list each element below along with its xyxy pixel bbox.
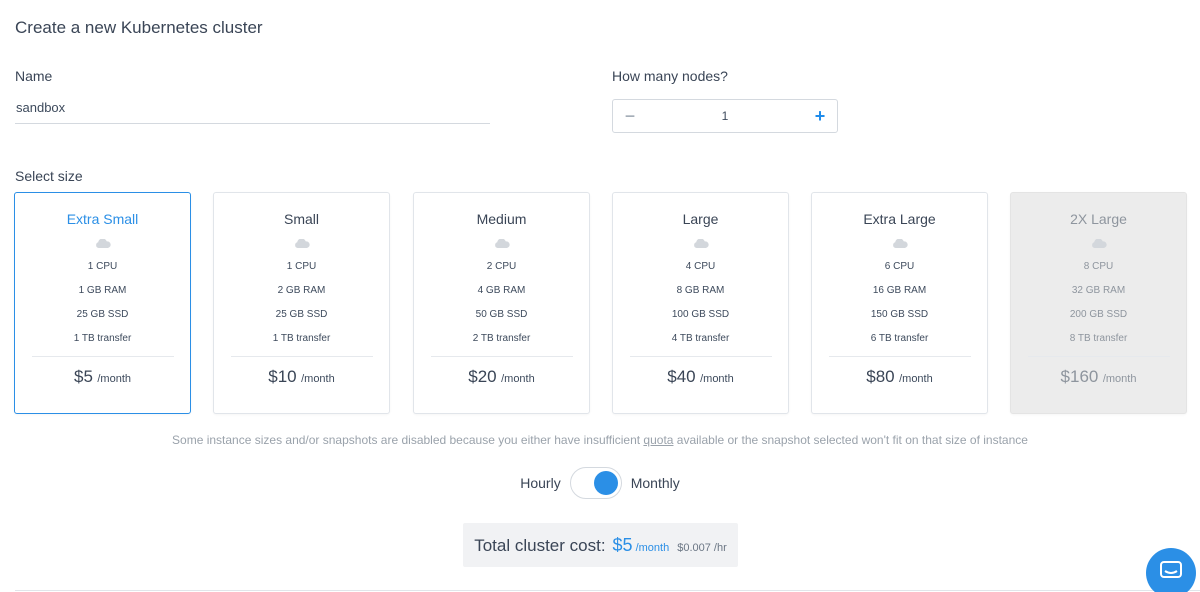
price-period: /month xyxy=(899,373,933,385)
monthly-label[interactable]: Monthly xyxy=(631,475,680,491)
transfer-spec: 6 TB transfer xyxy=(870,333,929,344)
chat-button[interactable] xyxy=(1146,548,1196,592)
cpu-spec: 1 CPU xyxy=(286,261,317,272)
size-card: 2X Large 8 CPU 32 GB RAM 200 GB SSD 8 TB tra… xyxy=(1010,192,1187,414)
total-cost-box: Total cluster cost: $5 /month $0.007 /hr xyxy=(463,523,738,567)
size-name: 2X Large xyxy=(1070,211,1127,227)
total-per: /month xyxy=(635,542,670,554)
cpu-spec: 8 CPU xyxy=(1083,261,1114,272)
card-price: $5 /month xyxy=(15,367,190,387)
card-divider xyxy=(430,356,573,357)
bottom-divider xyxy=(15,590,1200,591)
nodes-label: How many nodes? xyxy=(612,68,728,84)
price-period: /month xyxy=(501,373,535,385)
total-hourly: $0.007 /hr xyxy=(677,542,727,554)
price-amount: $10 xyxy=(268,367,297,386)
card-price: $40 /month xyxy=(613,367,788,387)
cpu-spec: 2 CPU xyxy=(486,261,517,272)
card-price: $160 /month xyxy=(1011,367,1186,387)
price-amount: $5 xyxy=(73,367,93,386)
size-card[interactable]: Small 1 CPU 2 GB RAM 25 GB SSD 1 TB transfer… xyxy=(213,192,390,414)
transfer-spec: 4 TB transfer xyxy=(671,333,730,344)
ssd-spec: 50 GB SSD xyxy=(475,309,528,320)
size-card[interactable]: Extra Small 1 CPU 1 GB RAM 25 GB SSD 1 TB tr… xyxy=(14,192,191,414)
cpu-spec: 4 CPU xyxy=(685,261,716,272)
billing-toggle-row: Hourly Monthly xyxy=(0,467,1200,499)
page-title: Create a new Kubernetes cluster xyxy=(15,18,263,37)
size-card[interactable]: Medium 2 CPU 4 GB RAM 50 GB SSD 2 TB transfe… xyxy=(413,192,590,414)
card-divider xyxy=(230,356,373,357)
cloud-icon xyxy=(693,239,709,248)
price-amount: $20 xyxy=(468,367,497,386)
ssd-spec: 25 GB SSD xyxy=(76,309,129,320)
disabled-note: Some instance sizes and/or snapshots are… xyxy=(0,433,1200,447)
card-price: $80 /month xyxy=(812,367,987,387)
price-period: /month xyxy=(1102,373,1137,385)
ssd-spec: 150 GB SSD xyxy=(870,309,929,320)
card-divider xyxy=(828,356,971,357)
cloud-icon xyxy=(892,239,908,248)
increment-button[interactable]: + xyxy=(803,100,837,132)
ssd-spec: 25 GB SSD xyxy=(275,309,328,320)
card-divider xyxy=(31,356,174,357)
price-period: /month xyxy=(301,373,335,385)
hourly-label[interactable]: Hourly xyxy=(520,475,560,491)
quota-link[interactable]: quota xyxy=(643,433,673,447)
card-price: $20 /month xyxy=(414,367,589,387)
size-name: Small xyxy=(283,211,319,227)
size-card[interactable]: Extra Large 6 CPU 16 GB RAM 150 GB SSD 6 TB … xyxy=(811,192,988,414)
node-count-stepper: − 1 + xyxy=(612,99,838,133)
price-period: /month xyxy=(700,373,734,385)
ssd-spec: 100 GB SSD xyxy=(671,309,730,320)
cpu-spec: 1 CPU xyxy=(87,261,118,272)
cloud-icon xyxy=(1091,239,1107,248)
chat-icon xyxy=(1160,560,1182,586)
size-name: Extra Large xyxy=(863,211,936,227)
ram-spec: 8 GB RAM xyxy=(676,285,725,296)
transfer-spec: 8 TB transfer xyxy=(1069,333,1128,344)
transfer-spec: 2 TB transfer xyxy=(472,333,531,344)
size-name: Extra Small xyxy=(66,211,139,227)
card-divider xyxy=(1027,356,1170,357)
ram-spec: 32 GB RAM xyxy=(1071,285,1126,296)
select-size-label: Select size xyxy=(15,168,83,184)
note-text-after: available or the snapshot selected won't… xyxy=(673,433,1028,447)
ram-spec: 1 GB RAM xyxy=(78,285,127,296)
card-divider xyxy=(629,356,772,357)
decrement-button[interactable]: − xyxy=(613,100,647,132)
cloud-icon xyxy=(95,239,111,248)
card-price: $10 /month xyxy=(214,367,389,387)
name-label: Name xyxy=(15,68,53,84)
cloud-icon xyxy=(494,239,510,248)
size-name: Medium xyxy=(476,211,527,227)
toggle-knob xyxy=(593,471,618,495)
total-price: $5 xyxy=(612,535,633,555)
transfer-spec: 1 TB transfer xyxy=(272,333,331,344)
node-count-value[interactable]: 1 xyxy=(647,109,803,123)
billing-toggle[interactable] xyxy=(569,467,622,499)
note-text-before: Some instance sizes and/or snapshots are… xyxy=(172,433,644,447)
total-label: Total cluster cost: xyxy=(474,536,606,555)
cpu-spec: 6 CPU xyxy=(884,261,915,272)
name-input[interactable] xyxy=(15,92,490,124)
size-cards: Extra Small 1 CPU 1 GB RAM 25 GB SSD 1 TB tr… xyxy=(14,192,1188,414)
ram-spec: 16 GB RAM xyxy=(872,285,927,296)
size-name: Large xyxy=(682,211,719,227)
ssd-spec: 200 GB SSD xyxy=(1069,309,1128,320)
size-card[interactable]: Large 4 CPU 8 GB RAM 100 GB SSD 4 TB transfe… xyxy=(612,192,789,414)
cloud-icon xyxy=(294,239,310,248)
price-period: /month xyxy=(97,373,131,385)
price-amount: $160 xyxy=(1060,367,1099,386)
transfer-spec: 1 TB transfer xyxy=(73,333,132,344)
price-amount: $40 xyxy=(667,367,696,386)
price-amount: $80 xyxy=(866,367,895,386)
ram-spec: 2 GB RAM xyxy=(277,285,326,296)
ram-spec: 4 GB RAM xyxy=(477,285,526,296)
